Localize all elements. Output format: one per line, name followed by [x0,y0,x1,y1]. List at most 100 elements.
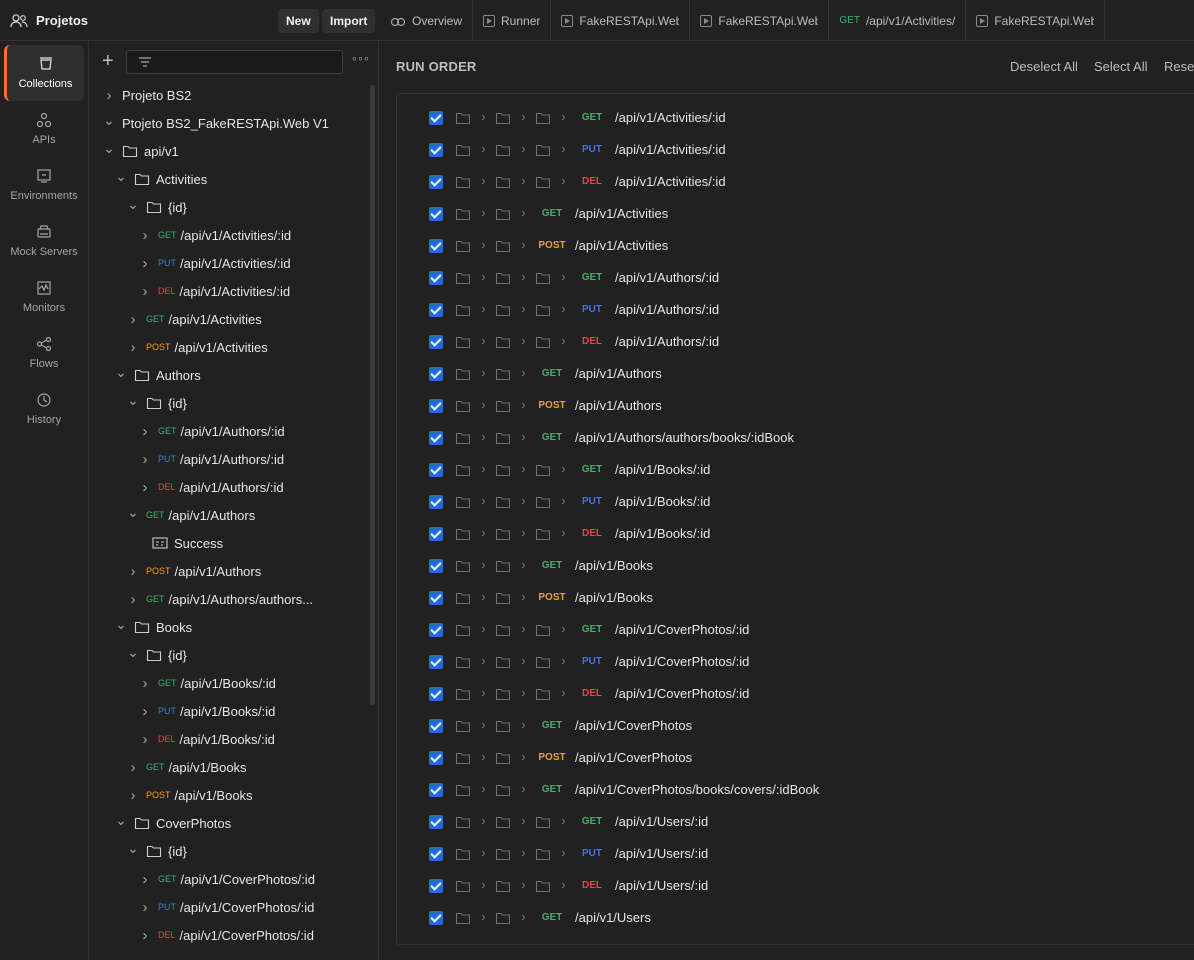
chevron-right-icon[interactable]: › [140,927,150,944]
folder-item[interactable]: ⌄ Books [115,613,192,641]
tab-0[interactable]: Overview [380,0,474,41]
run-checkbox[interactable] [429,847,443,861]
deselect-all-button[interactable]: Deselect All [1010,59,1078,74]
tab-5[interactable]: FakeRESTApi.Web [966,0,1106,41]
chevron-right-icon[interactable]: › [140,283,150,300]
folder-item[interactable]: ⌄ {id} [127,193,187,221]
request-item[interactable]: › GET/api/v1/Books [128,753,247,781]
request-item[interactable]: › GET/api/v1/Authors/:id [140,417,285,445]
more-options-icon[interactable]: ◦◦◦ [352,50,370,66]
chevron-down-icon[interactable]: ⌄ [115,616,127,633]
chevron-right-icon[interactable]: › [140,255,150,272]
request-item[interactable]: › POST/api/v1/Authors [128,557,262,585]
folder-item[interactable]: ⌄ CoverPhotos [115,809,231,837]
rail-history[interactable]: History [4,381,84,437]
request-item[interactable]: › GET/api/v1/Books/:id [140,669,276,697]
run-checkbox[interactable] [429,559,443,573]
tab-1[interactable]: Runner [473,0,552,41]
run-checkbox[interactable] [429,111,443,125]
run-checkbox[interactable] [429,815,443,829]
rail-collections[interactable]: Collections [4,45,84,101]
run-checkbox[interactable] [429,687,443,701]
run-checkbox[interactable] [429,399,443,413]
chevron-down-icon[interactable]: ⌄ [115,364,127,381]
chevron-right-icon[interactable]: › [128,759,138,776]
chevron-right-icon[interactable]: › [140,871,150,888]
chevron-right-icon[interactable]: › [140,703,150,720]
run-checkbox[interactable] [429,335,443,349]
run-checkbox[interactable] [429,239,443,253]
folder-item[interactable]: ⌄ Activities [115,165,207,193]
chevron-down-icon[interactable]: ⌄ [127,840,139,857]
request-item[interactable]: › POST/api/v1/Activities [128,333,268,361]
collection-item[interactable]: › Projeto BS2 [104,81,192,109]
chevron-down-icon[interactable]: ⌄ [115,812,127,829]
chevron-right-icon[interactable]: › [140,731,150,748]
chevron-right-icon[interactable]: › [128,591,138,608]
add-collection-icon[interactable]: + [102,51,114,71]
request-item[interactable]: › GET/api/v1/Activities/:id [140,221,292,249]
chevron-right-icon[interactable]: › [104,87,114,104]
run-checkbox[interactable] [429,431,443,445]
folder-item[interactable]: ⌄ {id} [127,389,187,417]
chevron-down-icon[interactable]: ⌄ [115,168,127,185]
chevron-right-icon[interactable]: › [128,339,138,356]
chevron-down-icon[interactable]: ⌄ [103,140,115,157]
filter-input[interactable] [126,50,343,74]
request-item[interactable]: › DEL/api/v1/Authors/:id [140,473,284,501]
chevron-right-icon[interactable]: › [140,675,150,692]
run-checkbox[interactable] [429,271,443,285]
run-checkbox[interactable] [429,879,443,893]
request-item[interactable]: › GET/api/v1/Authors/authors... [128,585,314,613]
request-item[interactable]: › POST/api/v1/Books [128,781,253,809]
reset-button[interactable]: Reset [1164,59,1194,74]
folder-item[interactable]: ⌄ {id} [127,837,187,865]
select-all-button[interactable]: Select All [1094,59,1147,74]
rail-environments[interactable]: Environments [4,157,84,213]
chevron-right-icon[interactable]: › [140,451,150,468]
chevron-down-icon[interactable]: ⌄ [103,112,115,129]
request-item[interactable]: › DEL/api/v1/CoverPhotos/:id [140,921,314,949]
run-checkbox[interactable] [429,719,443,733]
request-item[interactable]: › GET/api/v1/Activities [128,305,262,333]
run-checkbox[interactable] [429,143,443,157]
run-checkbox[interactable] [429,783,443,797]
rail-mock-servers[interactable]: Mock Servers [4,213,84,269]
collection-item[interactable]: ⌄ Ptojeto BS2_FakeRESTApi.Web V1 [103,109,329,137]
chevron-down-icon[interactable]: ⌄ [127,392,139,409]
run-checkbox[interactable] [429,175,443,189]
workspace-switcher[interactable]: Projetos [10,0,88,41]
folder-item[interactable]: ⌄ api/v1 [103,137,179,165]
tab-4[interactable]: GET/api/v1/Activities/ [829,0,967,41]
run-checkbox[interactable] [429,655,443,669]
rail-flows[interactable]: Flows [4,325,84,381]
example-item[interactable]: Success [152,529,223,557]
chevron-right-icon[interactable]: › [140,479,150,496]
chevron-right-icon[interactable]: › [128,563,138,580]
import-button[interactable]: Import [322,9,376,33]
run-checkbox[interactable] [429,623,443,637]
sidebar-scrollbar[interactable] [370,85,375,705]
run-checkbox[interactable] [429,527,443,541]
request-item[interactable]: › GET/api/v1/CoverPhotos/:id [140,865,315,893]
new-button[interactable]: New [278,9,319,33]
request-item[interactable]: › PUT/api/v1/Books/:id [140,697,276,725]
run-checkbox[interactable] [429,751,443,765]
chevron-right-icon[interactable]: › [140,227,150,244]
chevron-right-icon[interactable]: › [140,899,150,916]
run-checkbox[interactable] [429,367,443,381]
chevron-down-icon[interactable]: ⌄ [127,196,139,213]
request-item[interactable]: ⌄ GET/api/v1/Authors [127,501,255,529]
tab-2[interactable]: FakeRESTApi.Web [551,0,691,41]
run-checkbox[interactable] [429,463,443,477]
chevron-down-icon[interactable]: ⌄ [127,644,139,661]
folder-item[interactable]: ⌄ {id} [127,641,187,669]
tab-3[interactable]: FakeRESTApi.Web [690,0,830,41]
request-item[interactable]: › DEL/api/v1/Books/:id [140,725,275,753]
request-item[interactable]: › PUT/api/v1/Activities/:id [140,249,291,277]
rail-apis[interactable]: APIs [4,101,84,157]
chevron-right-icon[interactable]: › [140,423,150,440]
folder-item[interactable]: ⌄ Authors [115,361,201,389]
request-item[interactable]: › PUT/api/v1/CoverPhotos/:id [140,893,315,921]
chevron-right-icon[interactable]: › [128,787,138,804]
